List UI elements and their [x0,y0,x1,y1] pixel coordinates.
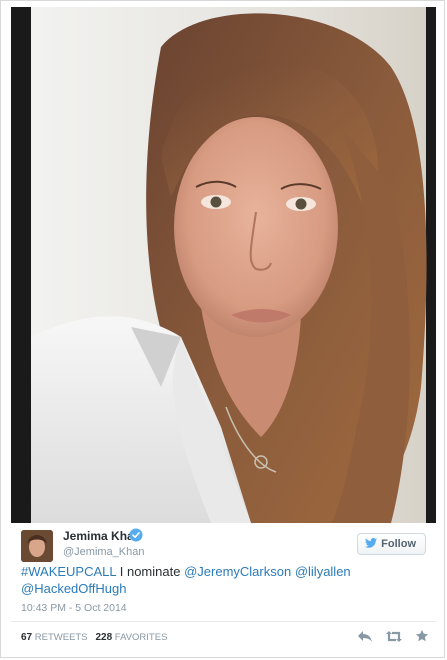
retweets-count: 67 [21,632,33,643]
selfie-image [11,7,436,523]
twitter-bird-icon [365,537,378,551]
follow-label: Follow [381,538,416,550]
tweet-text-middle: I nominate [116,564,185,579]
divider [11,621,436,622]
tweet-photo[interactable] [11,7,436,523]
hashtag-link[interactable]: #WAKEUPCALL [21,564,116,579]
mention-link-hackedoffhugh[interactable]: @HackedOffHugh [21,581,126,596]
mention-link-lilyallen[interactable]: @lilyallen [295,564,351,579]
avatar-image [21,530,53,562]
tweet-header: Jemima Khan @Jemima_Khan Follow [11,528,436,562]
tweet-text: #WAKEUPCALL I nominate @JeremyClarkson @… [21,563,421,597]
tweet-card: Jemima Khan @Jemima_Khan Follow #WAKEUPC… [0,0,445,658]
tweet-stats: 67 RETWEETS 228 FAVORITES [21,632,167,643]
tweet-actions [357,629,429,643]
reply-icon[interactable] [357,630,373,643]
verified-badge-icon [129,528,143,542]
retweets-label: RETWEETS [34,632,88,643]
favorites-label: FAVORITES [114,632,168,643]
favorites-count: 228 [95,632,113,643]
retweets-stat[interactable]: 67 RETWEETS [21,632,88,643]
favorites-stat[interactable]: 228 FAVORITES [95,632,167,643]
follow-button[interactable]: Follow [357,533,426,555]
mention-link-jeremyclarkson[interactable]: @JeremyClarkson [184,564,291,579]
retweet-icon[interactable] [385,630,403,643]
author-handle[interactable]: @Jemima_Khan [63,546,144,558]
tweet-timestamp[interactable]: 10:43 PM - 5 Oct 2014 [21,602,127,614]
avatar[interactable] [21,530,53,562]
favorite-star-icon[interactable] [415,629,429,643]
